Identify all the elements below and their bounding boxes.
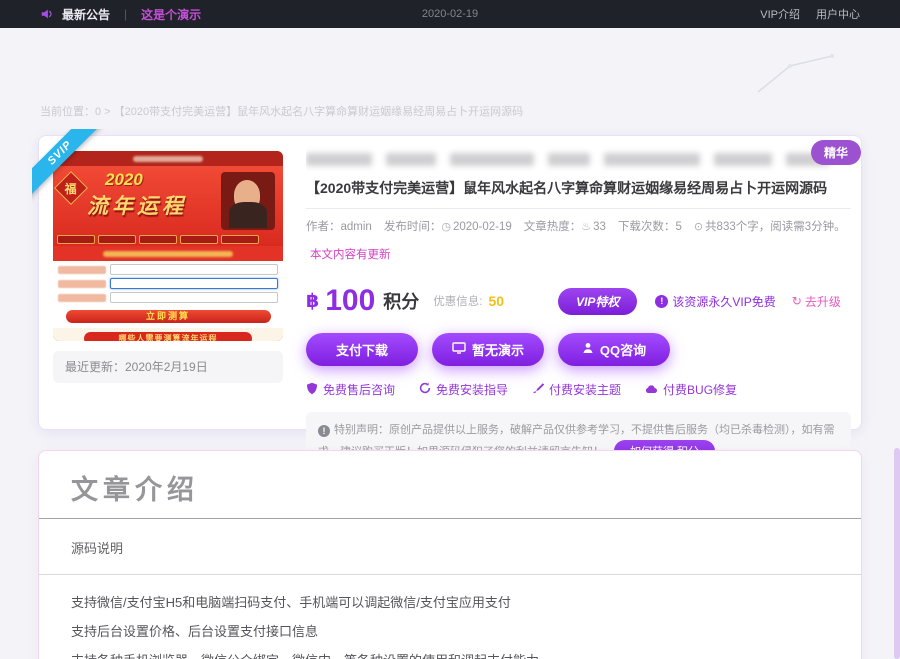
svip-ribbon: SVIP [32,129,120,217]
product-detail: 【2020带支付完美运营】鼠年风水起名八字算命算财运姻缘易经周易占卜开运网源码 … [306,146,851,473]
upgrade-link[interactable]: ↻ 去升级 [792,293,841,310]
thumb-form-row [58,264,278,275]
meta-publish: 发布时间：◷2020-02-19 [384,218,512,234]
notice-icon: ! [318,425,330,437]
background-decoration [740,40,860,100]
info-icon: ! [655,295,668,308]
feature-line: 支持各种手机浏览器、微信公众绑定、微信内，等各种设置的使用和调起支付能力 [71,650,829,659]
article-body: 支持微信/支付宝H5和电脑端扫码支付、手机端可以调起微信/支付宝应用支付 支持后… [39,575,861,659]
discount-label: 优惠信息: [433,293,482,309]
refresh-icon [419,382,431,397]
thumb-form-row [58,292,278,303]
meta-heat: 文章热度：♨33 [524,218,606,234]
product-meta: 作者：admin 发布时间：◷2020-02-19 文章热度：♨33 下载次数：… [306,218,851,262]
user-center-link[interactable]: 用户中心 [816,6,860,22]
notice-label: 特别声明： [334,424,389,436]
product-card: SVIP 精华 福 2020 流年运程 立即测算 哪些人需要测算流年运程 最近更… [38,135,862,430]
meta-words: ⊙共833个字，阅读需3分钟。 [694,218,846,234]
blurred-watermark [306,146,851,172]
scrollbar[interactable] [894,448,900,659]
article-card: 文章介绍 源码说明 支持微信/支付宝H5和电脑端扫码支付、手机端可以调起微信/支… [38,450,862,659]
flame-icon: ♨ [581,221,591,233]
vip-intro-link[interactable]: VIP介绍 [760,6,800,22]
meta-downloads: 下载次数：5 [618,218,682,234]
action-buttons: 支付下载 暂无演示 QQ咨询 [306,333,851,366]
price-unit: 积分 [383,288,419,314]
thumb-nav-pills [57,235,259,244]
qq-consult-button[interactable]: QQ咨询 [558,333,670,366]
thumb-cta-button: 立即测算 [66,310,271,323]
brush-icon [532,382,544,397]
upgrade-icon: ↻ [792,294,802,308]
cloud-icon [645,383,658,397]
thumb-banner [53,246,283,261]
breadcrumb: 当前位置：0 > 【2020带支付完美运营】鼠年风水起名八字算命算财运姻缘易经周… [40,103,523,119]
free-install-guide-link[interactable]: 免费安装指导 [419,381,508,398]
person-icon [582,342,594,357]
breadcrumb-prefix: 当前位置：0 > [40,106,111,118]
last-updated: 最近更新：2020年2月19日 [53,351,283,383]
monitor-icon [452,342,466,357]
demo-button[interactable]: 暂无演示 [432,333,544,366]
thumb-photo [221,172,275,230]
thumb-form-row-selected [58,278,278,289]
article-section-title: 文章介绍 [39,451,861,518]
free-support-link[interactable]: 免费售后咨询 [306,381,395,398]
shield-icon [306,382,318,398]
coin-icon: ฿ [306,290,319,313]
breadcrumb-current[interactable]: 【2020带支付完美运营】鼠年风水起名八字算命算财运姻缘易经周易占卜开运网源码 [114,106,523,118]
calendar-icon: ◷ [441,221,451,233]
feature-line: 支持后台设置价格、后台设置支付接口信息 [71,621,829,640]
pay-download-button[interactable]: 支付下载 [306,333,418,366]
feature-line: 支持微信/支付宝H5和电脑端扫码支付、手机端可以调起微信/支付宝应用支付 [71,592,829,611]
paid-install-theme-link[interactable]: 付费安装主题 [532,381,621,398]
price-row: ฿ 100 积分 优惠信息: 50 VIP特权 ! 该资源永久VIP免费 ↻ 去… [306,286,851,316]
price-amount: 100 [325,286,375,316]
discount-value: 50 [489,293,505,309]
vip-badge: VIP特权 [558,288,637,315]
wordcount-icon: ⊙ [694,221,703,233]
service-links: 免费售后咨询 免费安装指导 付费安装主题 付费BUG修复 [306,381,851,398]
paid-bugfix-link[interactable]: 付费BUG修复 [645,381,737,398]
meta-author: 作者：admin [306,218,372,234]
product-title: 【2020带支付完美运营】鼠年风水起名八字算命算财运姻缘易经周易占卜开运网源码 [306,178,851,209]
content-updated-note: 本文内容有更新 [310,246,391,262]
essence-badge: 精华 [811,140,861,165]
article-subtitle: 源码说明 [39,519,861,574]
thumb-form: 立即测算 [53,261,283,328]
topbar: 2020-02-19 最新公告 | 这是个演示 VIP介绍 用户中心 [0,0,900,28]
vip-free-note: ! 该资源永久VIP免费 [655,293,775,310]
thumb-section: 哪些人需要测算流年运程 [53,328,283,341]
